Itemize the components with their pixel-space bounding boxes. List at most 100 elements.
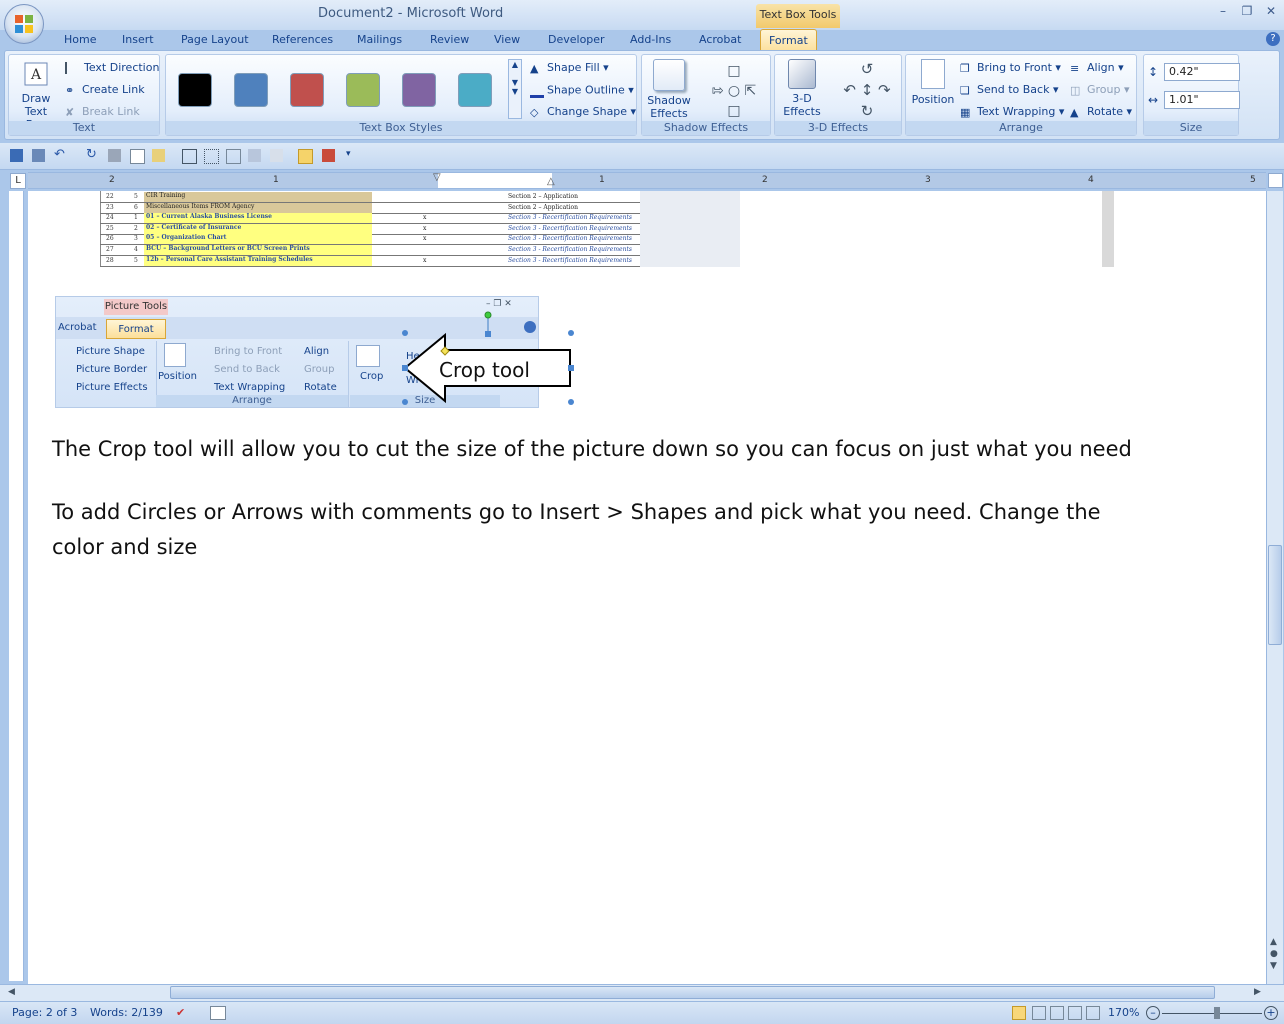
customize-qat-icon[interactable]: ▾ <box>346 149 359 162</box>
clipboard-icon[interactable] <box>270 149 283 162</box>
tab-format[interactable]: Format <box>760 29 817 52</box>
style-swatch-black[interactable] <box>178 73 212 107</box>
rotation-handle-icon[interactable] <box>484 311 492 319</box>
tab-references[interactable]: References <box>272 30 333 50</box>
send-to-back-button[interactable]: ❏ Send to Back ▾ <box>960 83 1058 97</box>
change-shape-button[interactable]: ◇ Change Shape ▾ <box>530 105 636 119</box>
tab-developer[interactable]: Developer <box>548 30 605 50</box>
table-icon[interactable] <box>182 149 197 164</box>
picture-icon[interactable] <box>248 149 261 162</box>
bring-to-front-button[interactable]: ❐ Bring to Front ▾ <box>960 61 1061 75</box>
zoom-level[interactable]: 170% <box>1108 1006 1139 1019</box>
help-icon[interactable]: ? <box>1266 32 1280 46</box>
shadow-nudge-icons[interactable]: □ ⇰ ○ ⇱ □ <box>704 61 764 121</box>
restore-button[interactable]: ❐ <box>1236 4 1258 22</box>
view-ruler-button[interactable] <box>1268 173 1283 188</box>
full-screen-reading-icon[interactable] <box>1032 1006 1046 1020</box>
resize-handle-icon[interactable] <box>402 365 408 371</box>
resize-handle-icon[interactable] <box>568 330 574 336</box>
align-button[interactable]: ≡ Align ▾ <box>1070 61 1124 75</box>
browse-object-icons[interactable]: ▲ ● ▼ <box>1270 936 1278 972</box>
style-swatch-green[interactable] <box>346 73 380 107</box>
style-swatch-purple[interactable] <box>402 73 436 107</box>
break-link-button[interactable]: ✘ Break Link <box>65 105 140 119</box>
height-icon: ↕ <box>1148 65 1159 79</box>
tilt-icons[interactable]: ↺ ↶ ↕ ↷ ↻ <box>837 59 897 122</box>
tab-add-ins[interactable]: Add-Ins <box>630 30 671 50</box>
vertical-scroll-thumb[interactable] <box>1268 545 1282 645</box>
tab-selector-button[interactable]: L <box>10 173 26 189</box>
draw-text-box-button[interactable]: A Draw Text Box <box>13 59 59 131</box>
draft-view-icon[interactable] <box>1086 1006 1100 1020</box>
proofing-icon[interactable]: ✔ <box>176 1006 185 1019</box>
web-layout-icon[interactable] <box>1050 1006 1064 1020</box>
sheet-row-index: 3 <box>134 235 138 243</box>
resize-handle-icon[interactable] <box>485 331 491 337</box>
style-swatch-red[interactable] <box>290 73 324 107</box>
save-as-icon[interactable] <box>32 149 45 162</box>
rotate-button[interactable]: ▲ Rotate ▾ <box>1070 105 1132 119</box>
zoom-slider-thumb[interactable] <box>1214 1007 1220 1019</box>
style-swatch-blue[interactable] <box>234 73 268 107</box>
styles-gallery-scroll[interactable]: ▲ ▼ ▼ <box>508 59 522 119</box>
sheet-row-mark: x <box>423 235 427 243</box>
tab-review[interactable]: Review <box>430 30 469 50</box>
shadow-box-icon <box>653 59 685 91</box>
format-painter-icon[interactable] <box>298 149 313 164</box>
gridlines-icon[interactable] <box>204 149 219 164</box>
tab-view[interactable]: View <box>494 30 520 50</box>
resize-handle-icon[interactable] <box>568 365 574 371</box>
tab-page-layout[interactable]: Page Layout <box>181 30 249 50</box>
right-indent-marker[interactable]: △ <box>547 176 555 187</box>
resize-handle-icon[interactable] <box>402 399 408 405</box>
shape-fill-button[interactable]: ▲ Shape Fill ▾ <box>530 61 609 75</box>
inner-send-to-back: Send to Back <box>214 364 280 375</box>
text-wrapping-button[interactable]: ▦ Text Wrapping ▾ <box>960 105 1064 119</box>
undo-icon[interactable]: ↶ <box>54 148 67 162</box>
macro-record-icon[interactable] <box>210 1006 226 1020</box>
print-icon[interactable] <box>108 149 121 162</box>
align-icon: ≡ <box>1070 62 1080 75</box>
text-direction-button[interactable]: Text Direction <box>65 61 159 74</box>
sheet-row-number: 24 <box>106 214 114 222</box>
indent-marker[interactable]: ▽ <box>433 172 441 183</box>
tab-home[interactable]: Home <box>64 30 96 50</box>
position-button[interactable]: Position <box>910 59 956 106</box>
scroll-left-icon[interactable]: ◀ <box>8 987 15 997</box>
page-indicator[interactable]: Page: 2 of 3 <box>12 1006 77 1019</box>
zoom-in-icon[interactable]: + <box>1264 1006 1278 1020</box>
spelling-icon[interactable] <box>322 149 335 162</box>
embedded-spreadsheet-image[interactable]: 22 5 CIR Training Section 2 – Application 23… <box>55 191 1115 267</box>
new-document-icon[interactable] <box>130 149 145 164</box>
shape-outline-button[interactable]: Shape Outline ▾ <box>530 83 634 98</box>
print-layout-view-icon[interactable] <box>1012 1006 1026 1020</box>
layout-icon[interactable] <box>226 149 241 164</box>
outline-view-icon[interactable] <box>1068 1006 1082 1020</box>
style-swatch-aqua[interactable] <box>458 73 492 107</box>
create-link-button[interactable]: ⚭ Create Link <box>65 83 145 97</box>
height-spinner[interactable]: 0.42" <box>1164 63 1240 81</box>
tab-mailings[interactable]: Mailings <box>357 30 402 50</box>
tab-insert[interactable]: Insert <box>122 30 154 50</box>
word-count[interactable]: Words: 2/139 <box>90 1006 163 1019</box>
resize-handle-icon[interactable] <box>402 330 408 336</box>
quick-access-toolbar: ↶ ↻ ▾ <box>0 143 1284 170</box>
redo-icon[interactable]: ↻ <box>86 148 99 162</box>
resize-handle-icon[interactable] <box>568 399 574 405</box>
zoom-out-icon[interactable]: – <box>1146 1006 1160 1020</box>
close-button[interactable]: ✕ <box>1260 4 1282 22</box>
paint-bucket-icon: ▲ <box>530 62 539 75</box>
inner-window-controls: – ❐ ✕ <box>486 299 512 309</box>
zoom-slider-track[interactable] <box>1162 1013 1262 1014</box>
group-button[interactable]: ◫ Group ▾ <box>1070 83 1130 97</box>
scroll-right-icon[interactable]: ▶ <box>1254 987 1261 997</box>
shadow-line1: Shadow <box>647 94 691 107</box>
sheet-row-number: 28 <box>106 256 114 264</box>
paste-icon[interactable] <box>152 149 165 162</box>
minimize-button[interactable]: – <box>1212 4 1234 22</box>
save-icon[interactable] <box>10 149 23 162</box>
horizontal-scroll-thumb[interactable] <box>170 986 1215 999</box>
office-button[interactable] <box>4 4 44 44</box>
width-spinner[interactable]: 1.01" <box>1164 91 1240 109</box>
tab-acrobat[interactable]: Acrobat <box>699 30 741 50</box>
